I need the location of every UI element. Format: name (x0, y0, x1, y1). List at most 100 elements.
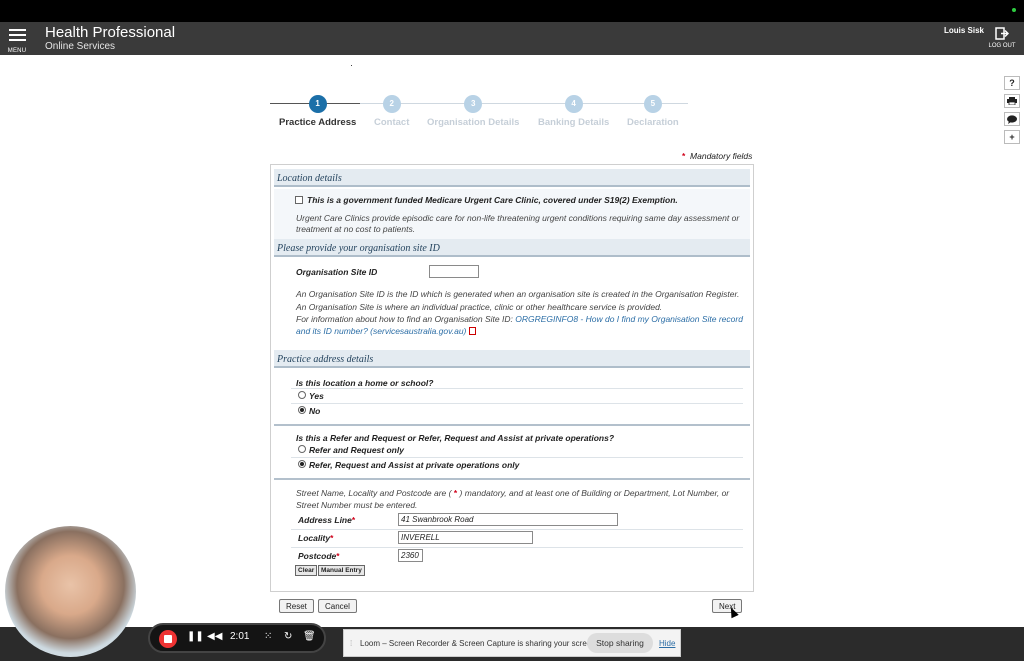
divider (291, 388, 743, 389)
home-school-no-radio[interactable] (298, 406, 306, 414)
chat-icon[interactable] (1004, 112, 1020, 126)
stop-sharing-button[interactable]: Stop sharing (587, 633, 653, 653)
mandatory-note: * Mandatory fields (682, 151, 752, 161)
side-toolbar: ? + (1004, 76, 1022, 148)
home-school-no-label: No (309, 406, 321, 416)
step-label: Organisation Details (427, 117, 520, 128)
home-school-question: Is this location a home or school? (296, 378, 434, 388)
step-banking-details: 4 Banking Details (538, 95, 609, 128)
home-school-yes-radio[interactable] (298, 391, 306, 399)
print-icon[interactable] (1004, 94, 1020, 108)
step-number: 1 (308, 95, 327, 113)
refer-request-only-label: Refer and Request only (309, 445, 404, 455)
progress-stepper: 1 Practice Address 2 Contact 3 Organisation… (270, 95, 690, 135)
divider (291, 457, 743, 458)
urgent-care-label: This is a government funded Medicare Urg… (307, 195, 678, 205)
step-label: Contact (374, 117, 410, 128)
camera-indicator-icon (1012, 8, 1016, 12)
restart-icon[interactable]: ↻ (284, 631, 292, 642)
trash-icon[interactable]: 🗑 (303, 631, 316, 642)
practice-address-form: Location details This is a government fu… (270, 164, 754, 592)
site-id-info-1: An Organisation Site ID is the ID which … (296, 289, 740, 299)
rule-text-post: ) mandatory, and at least one of Buildin… (459, 488, 730, 498)
hamburger-icon (8, 29, 26, 41)
step-number: 2 (382, 95, 401, 113)
address-line-label: Address Line* (298, 515, 355, 525)
address-rule-note: Street Name, Locality and Postcode are (… (296, 488, 751, 499)
grid-icon[interactable]: ⁙ (264, 631, 272, 642)
divider (291, 403, 743, 404)
clear-button[interactable]: Clear (295, 565, 318, 576)
step-contact: 2 Contact (374, 95, 409, 128)
brand-title: Health Professional (45, 24, 176, 41)
step-number: 4 (564, 95, 583, 113)
site-id-help-link[interactable]: ORGREGINFO8 - How do I find my Organisat… (515, 314, 743, 324)
divider (291, 547, 743, 548)
cancel-button[interactable]: Cancel (318, 599, 357, 613)
step-number: 3 (464, 95, 483, 113)
urgent-care-note: Urgent Care Clinics provide episodic car… (296, 213, 740, 234)
loom-recorder-controls: ❚❚ ◀◀ 2:01 ⁙ ↻ 🗑 (148, 623, 326, 653)
logout-icon (995, 27, 1010, 40)
rewind-icon[interactable]: ◀◀ (207, 631, 222, 642)
recording-time: 2:01 (230, 631, 250, 642)
required-star: * (336, 551, 340, 561)
refer-request-only-radio[interactable] (298, 445, 306, 453)
required-star: * (453, 488, 458, 498)
required-star: * (682, 151, 686, 161)
practice-address-heading: Practice address details (274, 350, 750, 368)
site-id-input[interactable] (429, 265, 479, 278)
manual-entry-button[interactable]: Manual Entry (318, 565, 365, 576)
step-label: Declaration (627, 117, 679, 128)
section-separator (274, 478, 750, 480)
logout-label: LOG OUT (988, 43, 1016, 49)
address-line-label-text: Address Line (298, 515, 352, 525)
hide-link[interactable]: Hide (659, 639, 675, 648)
site-id-info-2: An Organisation Site is where an individ… (296, 302, 663, 312)
postcode-input[interactable] (398, 549, 423, 562)
menu-button[interactable]: MENU (6, 27, 28, 54)
site-id-help-link-text[interactable]: and its ID number? (servicesaustralia.go… (296, 326, 466, 336)
location-block: This is a government funded Medicare Urg… (274, 189, 750, 239)
brand-logo: Health Professional Online Services (45, 24, 176, 53)
step-label: Banking Details (538, 117, 610, 128)
stop-recording-icon[interactable] (159, 630, 177, 648)
share-message: Loom – Screen Recorder & Screen Capture … (360, 639, 598, 648)
stray-dot: · (350, 60, 353, 70)
help-icon[interactable]: ? (1004, 76, 1020, 90)
address-rule-note-2: Street Number must be entered. (296, 500, 418, 510)
pdf-icon (469, 327, 477, 335)
locality-label-text: Locality (298, 533, 331, 543)
step-declaration: 5 Declaration (627, 95, 679, 128)
step-practice-address: 1 Practice Address (279, 95, 356, 128)
rule-text-pre: Street Name, Locality and Postcode are ( (296, 488, 452, 498)
divider (291, 529, 743, 530)
site-id-heading: Please provide your organisation site ID (274, 239, 750, 257)
mandatory-text: Mandatory fields (690, 151, 753, 161)
location-details-heading: Location details (274, 169, 750, 187)
top-black-bar (0, 0, 1024, 22)
site-id-info-3-text: For information about how to find an Org… (296, 314, 513, 324)
pause-icon[interactable]: ❚❚ (187, 631, 204, 642)
required-star: * (351, 515, 356, 525)
step-number: 5 (643, 95, 662, 113)
reset-button[interactable]: Reset (279, 599, 314, 613)
locality-label: Locality* (298, 533, 333, 543)
webcam-bubble[interactable] (5, 526, 136, 657)
refer-request-assist-radio[interactable] (298, 460, 306, 468)
step-label: Practice Address (279, 117, 357, 128)
urgent-care-checkbox[interactable] (295, 196, 303, 204)
home-school-yes-label: Yes (309, 391, 324, 401)
menu-label: MENU (7, 48, 27, 54)
logout-button[interactable]: LOG OUT (988, 27, 1016, 49)
locality-input[interactable] (398, 531, 533, 544)
refer-request-question: Is this a Refer and Request or Refer, Re… (296, 433, 615, 443)
step-organisation-details: 3 Organisation Details (427, 95, 519, 128)
site-id-help-link-cont[interactable]: and its ID number? (servicesaustralia.go… (296, 326, 477, 337)
brand-subtitle: Online Services (45, 41, 116, 52)
user-name: Louis Sisk (943, 26, 984, 35)
postcode-label: Postcode* (298, 551, 340, 561)
address-line-input[interactable] (398, 513, 618, 526)
plus-icon[interactable]: + (1004, 130, 1020, 144)
drag-handle-icon[interactable]: ⁞ (350, 639, 352, 648)
